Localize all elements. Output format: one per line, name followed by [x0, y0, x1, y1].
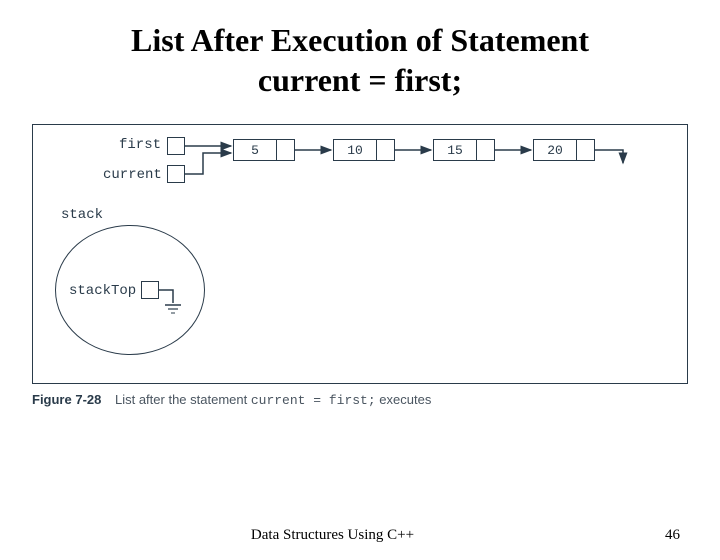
slide-footer: Data Structures Using C++ 46 — [0, 527, 720, 544]
arrows-svg — [33, 125, 687, 383]
caption-code: current = first; — [251, 393, 376, 408]
slide-title: List After Execution of Statement curren… — [0, 20, 720, 100]
caption-text-before: List after the statement — [115, 392, 251, 407]
figure-caption: Figure 7-28 List after the statement cur… — [32, 392, 688, 408]
footer-page: 46 — [665, 527, 680, 544]
figure-number: Figure 7-28 — [32, 392, 101, 407]
title-line-1: List After Execution of Statement — [131, 22, 589, 58]
caption-text-after: executes — [376, 392, 432, 407]
title-line-2: current = first; — [258, 62, 462, 98]
footer-source: Data Structures Using C++ — [0, 527, 665, 544]
figure-box: first current stack 5 10 15 20 stackTop — [32, 124, 688, 384]
